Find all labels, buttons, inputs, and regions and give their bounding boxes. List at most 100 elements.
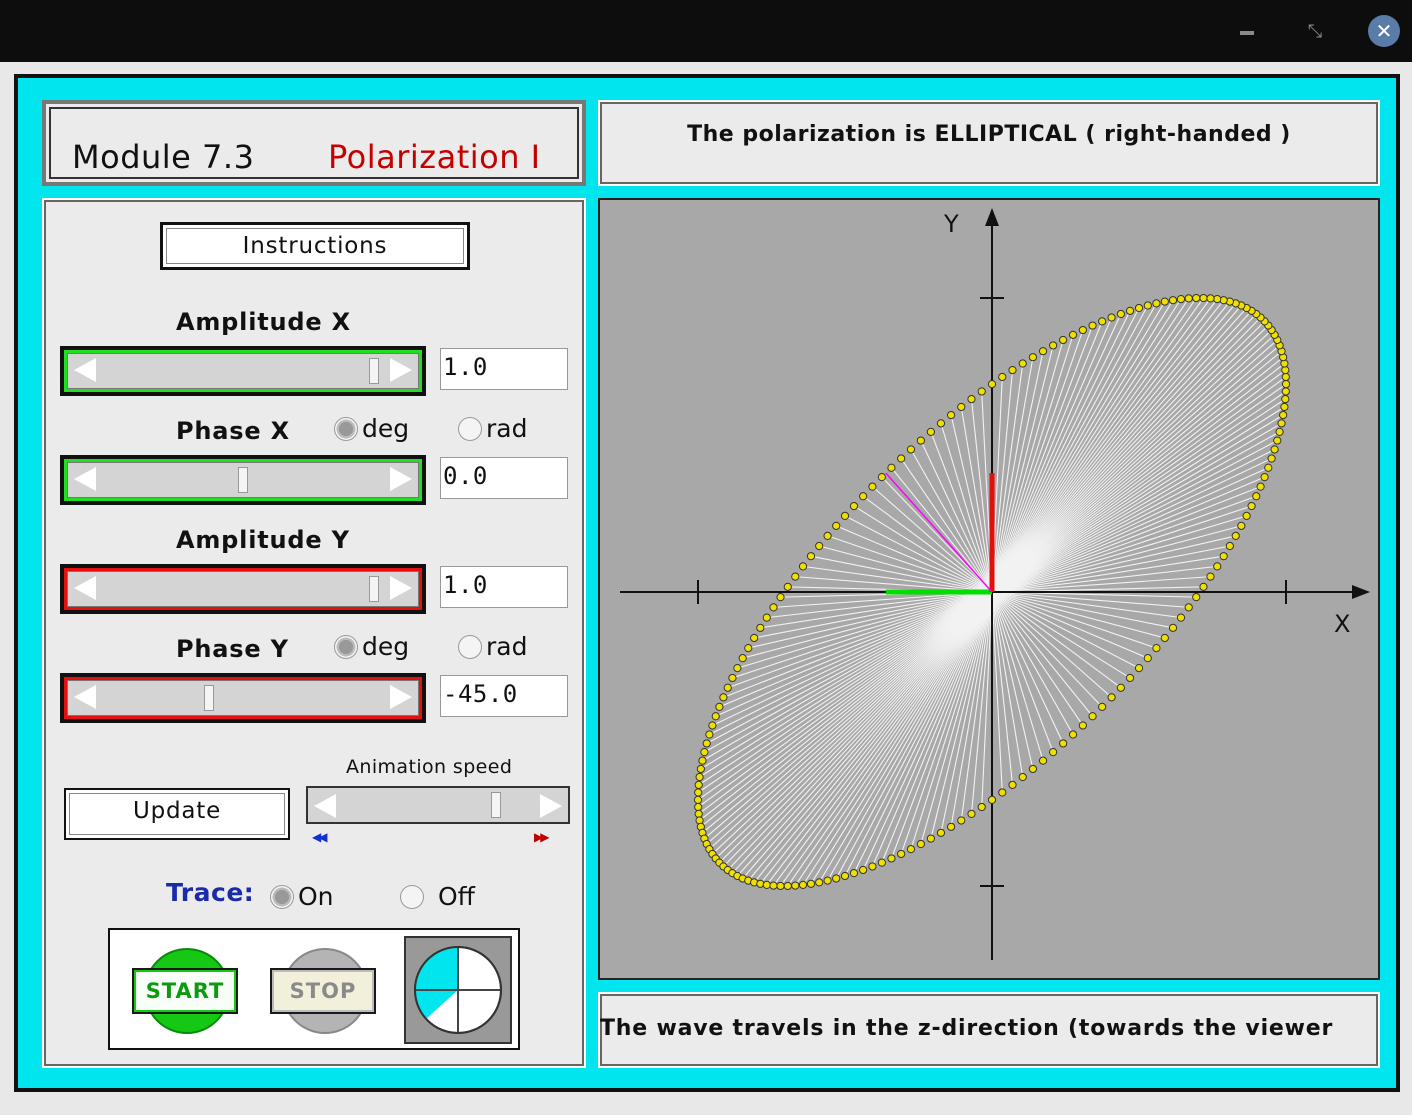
applet-frame: Module 7.3 Polarization I The polarizati…	[14, 74, 1400, 1092]
trace-dot	[868, 862, 877, 871]
trace-dot	[694, 788, 703, 797]
phase-x-rad-radio[interactable]: rad	[458, 414, 527, 443]
trace-dot	[1134, 303, 1144, 313]
trace-dot	[1213, 562, 1222, 571]
trace-spoke	[699, 591, 993, 821]
trace-dot	[1125, 306, 1135, 315]
phase-x-label: Phase X	[176, 417, 290, 445]
trace-on-radio[interactable]: On	[270, 882, 334, 911]
trace-dot	[705, 730, 714, 739]
trace-dot	[762, 880, 771, 889]
stop-label: STOP	[270, 968, 376, 1014]
trace-dot	[769, 881, 778, 890]
slider-left-arrow-icon[interactable]	[74, 576, 96, 600]
rad-label: rad	[486, 414, 528, 443]
phase-x-field[interactable]: 0.0	[440, 457, 568, 499]
trace-dot	[1206, 294, 1215, 303]
trace-dot	[733, 663, 742, 673]
trace-off-label: Off	[438, 882, 475, 911]
phase-y-field[interactable]: -45.0	[440, 675, 568, 717]
trace-spoke	[747, 591, 993, 881]
trace-dot	[1018, 359, 1027, 368]
update-label: Update	[69, 793, 285, 835]
slider-right-arrow-icon[interactable]	[540, 794, 562, 818]
phase-y-slider[interactable]	[60, 673, 426, 723]
trace-dot	[791, 881, 800, 890]
slider-left-arrow-icon[interactable]	[314, 794, 336, 818]
update-button[interactable]: Update	[64, 788, 290, 840]
trace-dot	[791, 572, 800, 581]
phase-x-deg-radio[interactable]: deg	[334, 414, 409, 443]
animation-speed-slider[interactable]	[306, 786, 570, 824]
slider-left-arrow-icon[interactable]	[74, 467, 96, 491]
trace-spoke	[991, 591, 1054, 753]
close-icon[interactable]: ✕	[1368, 15, 1400, 47]
amplitude-y-field[interactable]: 1.0	[440, 566, 568, 608]
footer-panel: The wave travels in the z-direction (tow…	[598, 992, 1380, 1068]
slider-right-arrow-icon[interactable]	[390, 467, 412, 491]
trace-dot	[849, 869, 859, 878]
slider-right-arrow-icon[interactable]	[390, 685, 412, 709]
controls-panel: Instructions Amplitude X 1.0 Phase X deg…	[42, 198, 586, 1068]
trace-dot	[1088, 712, 1097, 721]
trace-dot	[1176, 613, 1186, 622]
trace-dot	[756, 623, 765, 632]
amplitude-x-field[interactable]: 1.0	[440, 348, 568, 390]
trace-dot	[798, 880, 808, 889]
module-name: Polarization I	[328, 138, 541, 176]
slider-thumb[interactable]	[238, 467, 248, 493]
trace-dot	[1049, 341, 1058, 350]
trace-dot	[1143, 301, 1152, 310]
trace-dot	[1237, 521, 1246, 530]
trace-label: Trace:	[166, 878, 255, 907]
run-controls: START STOP	[108, 928, 520, 1050]
trace-dot	[1059, 335, 1068, 345]
trace-dot	[1068, 330, 1078, 339]
amplitude-x-slider[interactable]	[60, 346, 426, 396]
slider-right-arrow-icon[interactable]	[390, 576, 412, 600]
trace-spoke	[742, 591, 993, 879]
module-label: Module 7.3	[72, 138, 255, 176]
trace-dot	[693, 795, 703, 804]
minimize-icon[interactable]	[1232, 16, 1262, 46]
trace-dot	[849, 501, 859, 511]
trace-dot	[887, 463, 896, 472]
stop-button[interactable]: STOP	[270, 948, 376, 1034]
instructions-button[interactable]: Instructions	[160, 222, 470, 270]
radio-unselected-icon	[458, 634, 482, 659]
trace-dot	[798, 562, 808, 571]
trace-dot	[859, 492, 868, 501]
trace-dot	[946, 822, 956, 831]
phase-y-deg-radio[interactable]: deg	[334, 632, 409, 661]
trace-dot	[1008, 366, 1017, 375]
trace-dot	[936, 419, 946, 428]
step-button[interactable]	[404, 936, 512, 1044]
trace-dot	[832, 874, 841, 883]
trace-dot	[1143, 654, 1152, 663]
trace-dot	[762, 613, 771, 622]
amplitude-y-slider[interactable]	[60, 564, 426, 614]
trace-dot	[769, 603, 778, 612]
trace-spoke	[991, 591, 1034, 770]
slider-left-arrow-icon[interactable]	[74, 685, 96, 709]
slider-thumb[interactable]	[368, 358, 379, 384]
phase-y-rad-radio[interactable]: rad	[458, 632, 527, 661]
trace-dot	[815, 541, 824, 551]
phase-y-label: Phase Y	[176, 635, 289, 663]
start-button[interactable]: START	[132, 948, 238, 1034]
slider-thumb[interactable]	[368, 576, 379, 602]
trace-off-radio[interactable]: Off	[400, 882, 475, 911]
slider-right-arrow-icon[interactable]	[390, 358, 412, 382]
trace-dot	[936, 828, 946, 837]
trace-dot	[783, 881, 792, 891]
trace-dot	[1242, 511, 1251, 521]
polarization-status: The polarization is ELLIPTICAL ( right-h…	[687, 122, 1291, 147]
trace-dot	[1281, 372, 1290, 382]
slider-thumb[interactable]	[204, 685, 214, 711]
restore-icon[interactable]: ⤡	[1300, 16, 1330, 46]
slider-left-arrow-icon[interactable]	[74, 358, 96, 382]
phase-x-slider[interactable]	[60, 455, 426, 505]
trace-dot	[1049, 748, 1058, 757]
trace-dot	[1028, 764, 1038, 774]
slider-thumb[interactable]	[491, 792, 502, 818]
